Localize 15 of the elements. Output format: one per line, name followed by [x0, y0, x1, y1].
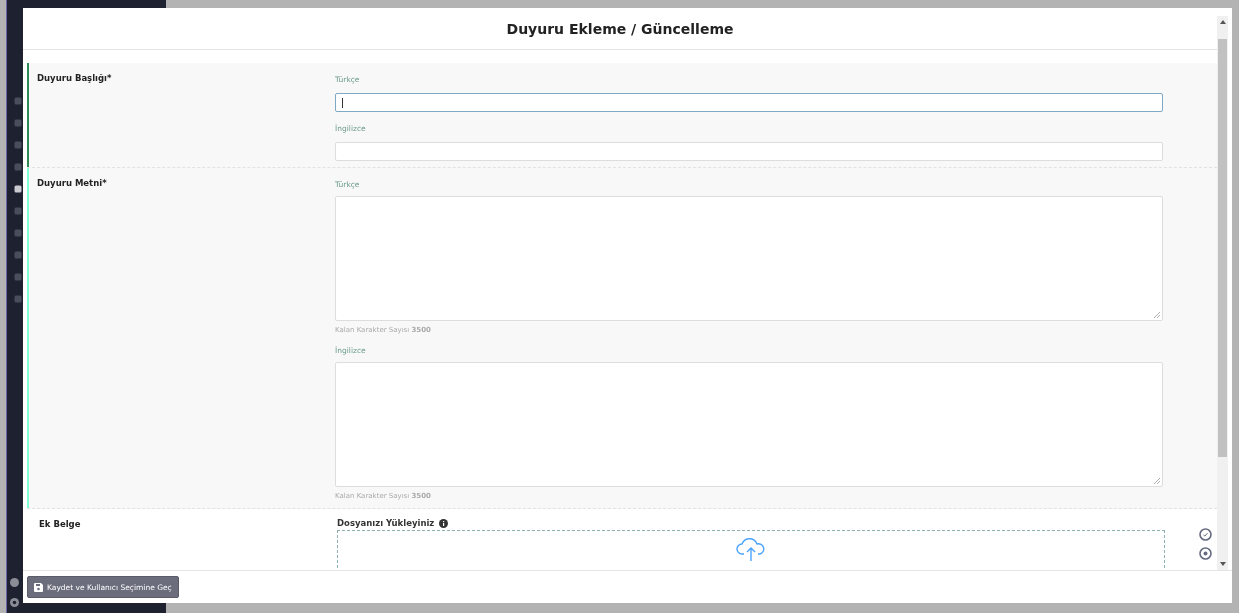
scroll-down-icon[interactable] — [1219, 562, 1226, 566]
upload-label: Dosyanızı Yükleyiniz — [337, 518, 435, 528]
cloud-upload-icon — [736, 537, 766, 561]
resize-grip-icon[interactable] — [1154, 312, 1160, 318]
section-label: Duyuru Başlığı* — [37, 72, 113, 85]
modal-title: Duyuru Ekleme / Güncelleme — [506, 20, 734, 37]
scrollbar[interactable] — [1217, 16, 1228, 570]
info-icon[interactable] — [439, 518, 449, 528]
scrollbar-thumb[interactable] — [1218, 39, 1227, 457]
resize-grip-icon[interactable] — [1154, 478, 1160, 484]
section-label: Duyuru Metni* — [37, 177, 108, 190]
section-label: Ek Belge — [39, 518, 82, 531]
gear-circle-icon[interactable] — [1199, 547, 1212, 560]
scroll-up-icon[interactable] — [1219, 20, 1226, 24]
input-field[interactable] — [335, 93, 1163, 112]
